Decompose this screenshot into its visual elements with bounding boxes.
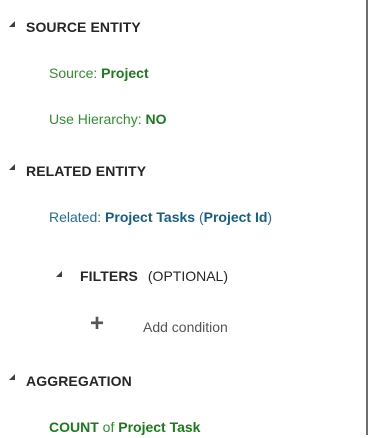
rollup-definition-panel: SOURCE ENTITY Source: Project Use Hierar…	[0, 0, 368, 435]
related-key-value: Project Id	[203, 209, 268, 225]
source-label: Source:	[49, 65, 98, 81]
aggregation-function: COUNT	[49, 419, 99, 435]
related-entity-header[interactable]: RELATED ENTITY	[26, 160, 146, 182]
aggregation-of-label: of	[102, 419, 115, 435]
use-hierarchy-value: NO	[145, 111, 167, 127]
add-condition-button[interactable]: Add condition	[143, 316, 228, 338]
close-paren: )	[267, 209, 273, 225]
plus-icon[interactable]: +	[90, 312, 104, 336]
filters-optional-note: (OPTIONAL)	[147, 268, 229, 284]
use-hierarchy-label: Use Hierarchy:	[49, 111, 142, 127]
related-label: Related:	[49, 209, 102, 225]
source-value: Project	[101, 65, 149, 81]
collapse-filters-icon[interactable]	[56, 271, 62, 277]
aggregation-header[interactable]: AGGREGATION	[26, 370, 132, 392]
filters-header[interactable]: FILTERS (OPTIONAL)	[80, 265, 228, 287]
collapse-aggregation-icon[interactable]	[9, 374, 15, 380]
use-hierarchy-field[interactable]: Use Hierarchy: NO	[49, 108, 166, 130]
related-field[interactable]: Related: Project Tasks (Project Id)	[49, 206, 272, 228]
collapse-related-entity-icon[interactable]	[9, 164, 15, 170]
source-field[interactable]: Source: Project	[49, 62, 149, 84]
filters-label: FILTERS	[80, 268, 138, 284]
aggregation-entity: Project Task	[118, 419, 201, 435]
collapse-source-entity-icon[interactable]	[9, 21, 15, 27]
source-entity-header[interactable]: SOURCE ENTITY	[26, 16, 141, 38]
related-entity-value: Project Tasks	[105, 209, 196, 225]
